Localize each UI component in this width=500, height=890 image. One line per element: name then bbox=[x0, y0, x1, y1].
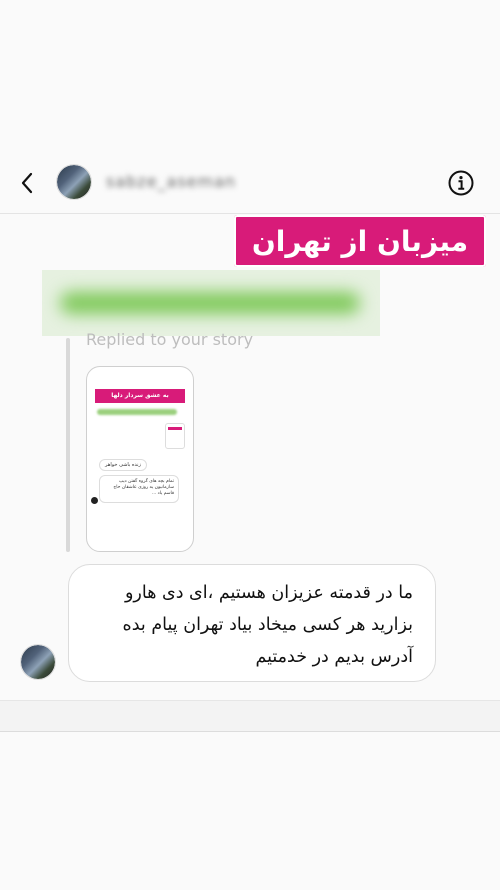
replied-label: Replied to your story bbox=[86, 330, 254, 349]
username[interactable]: sabze_aseman bbox=[106, 172, 236, 191]
story-bubble: زنده باشی خواهر bbox=[99, 459, 147, 471]
sender-avatar[interactable] bbox=[20, 644, 56, 680]
chat-header: sabze_aseman bbox=[0, 158, 500, 214]
back-button[interactable] bbox=[12, 168, 42, 198]
title-banner: میزبان از تهران bbox=[234, 215, 486, 267]
blurred-region bbox=[42, 270, 380, 336]
info-circle-icon bbox=[448, 170, 474, 196]
story-thumbnail[interactable]: به عشق سردار دلها زنده باشی خواهر تمام ب… bbox=[86, 366, 194, 552]
message-bubble[interactable]: ما در قدمته عزیزان هستیم ،ای دی هارو بزا… bbox=[68, 564, 436, 682]
story-mini-preview bbox=[165, 423, 185, 449]
blurred-green-bar bbox=[60, 292, 360, 314]
story-avatar-dot bbox=[91, 497, 98, 504]
story-bubble: تمام بچه های گروه گفتن دیپ سازمانیون یه … bbox=[99, 475, 179, 503]
avatar-image bbox=[57, 165, 91, 199]
avatar-image bbox=[21, 645, 55, 679]
chevron-left-icon bbox=[21, 172, 33, 194]
chat-screen: sabze_aseman میزبان از تهران Replied to … bbox=[0, 0, 500, 890]
story-title: به عشق سردار دلها bbox=[95, 389, 185, 403]
reply-indicator-line bbox=[66, 338, 70, 552]
avatar[interactable] bbox=[56, 164, 92, 200]
divider bbox=[0, 731, 500, 732]
info-button[interactable] bbox=[446, 168, 476, 198]
story-blurred-line bbox=[97, 409, 177, 415]
composer-area[interactable] bbox=[0, 701, 500, 731]
